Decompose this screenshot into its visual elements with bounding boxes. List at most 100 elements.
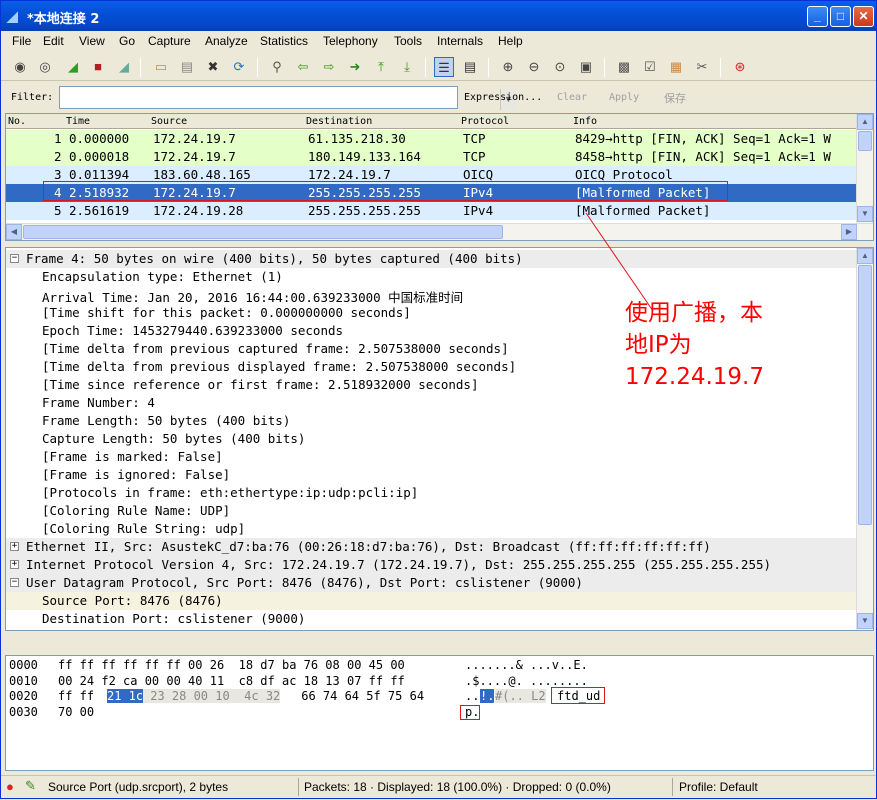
status-packet-counts: Packets: 18 · Displayed: 18 (100.0%) · D… [304,780,611,794]
menu-capture[interactable]: Capture [148,34,191,48]
hex-row[interactable]: 0020 ff ff 21 1c 23 28 00 10 4c 32 66 74… [9,689,600,705]
colorize-icon[interactable]: ☰ [434,57,454,77]
close-file-icon[interactable]: ✖ [203,57,223,77]
interfaces-icon[interactable]: ◉ [10,57,30,77]
clear-button[interactable]: Clear [557,92,587,103]
capture-comment-icon[interactable]: ✎ [25,778,36,794]
zoom-out-icon[interactable]: ⊖ [524,57,544,77]
menu-file[interactable]: File [12,34,31,48]
detail-row[interactable]: Capture Length: 50 bytes (400 bits) [6,430,856,448]
col-source[interactable]: Source [151,116,187,127]
hex-row[interactable]: 0030 70 00 p. [9,705,479,721]
save-file-icon[interactable]: ▤ [177,57,197,77]
minimize-button[interactable]: _ [807,6,828,27]
menu-internals[interactable]: Internals [437,34,483,48]
preferences-icon[interactable]: ✂ [692,57,712,77]
close-button[interactable]: ✕ [853,6,874,27]
open-file-icon[interactable]: ▭ [151,57,171,77]
detail-row[interactable]: [Coloring Rule String: udp] [6,520,856,538]
hex-row[interactable]: 0010 00 24 f2 ca 00 00 40 11 c8 df ac 18… [9,674,588,690]
resize-columns-icon[interactable]: ▣ [576,57,596,77]
coloring-rules-icon[interactable]: ▦ [666,57,686,77]
hex-row[interactable]: 0000 ff ff ff ff ff ff 00 26 18 d7 ba 76… [9,658,588,674]
scroll-down-icon[interactable]: ▼ [857,206,873,222]
help-icon[interactable]: ⊛ [730,57,750,77]
go-back-icon[interactable]: ⇦ [293,57,313,77]
menu-telephony[interactable]: Telephony [323,34,378,48]
scroll-thumb[interactable] [858,131,872,151]
menu-view[interactable]: View [79,34,105,48]
save-filter-button[interactable]: 保存 [664,90,686,106]
maximize-button[interactable]: □ [830,6,851,27]
auto-scroll-icon[interactable]: ▤ [460,57,480,77]
detail-row[interactable]: + Ethernet II, Src: AsustekC_d7:ba:76 (00… [6,538,856,556]
start-capture-icon[interactable]: ◢ [63,57,83,77]
packet-list-hscroll[interactable]: ◀ ▶ [6,223,873,240]
detail-row[interactable]: [Frame is ignored: False] [6,466,856,484]
col-info[interactable]: Info [573,116,597,127]
packet-row[interactable]: 5 2.561619 172.24.19.28 255.255.255.255 IPv4… [6,202,858,220]
menu-go[interactable]: Go [119,34,135,48]
col-destination[interactable]: Destination [306,116,372,127]
menu-edit[interactable]: Edit [43,34,64,48]
go-last-icon[interactable]: ⤓ [397,57,417,77]
capture-filters-icon[interactable]: ▩ [614,57,634,77]
detail-row[interactable]: + Internet Protocol Version 4, Src: 172.2… [6,556,856,574]
go-first-icon[interactable]: ⤒ [371,57,391,77]
packet-cell-info: OICQ Protocol [575,167,673,182]
collapse-icon[interactable]: − [10,578,19,587]
scroll-right-icon[interactable]: ▶ [841,224,857,240]
packet-row[interactable]: 4 2.518932 172.24.19.7 255.255.255.255 IPv4 [… [6,184,858,202]
expert-info-icon[interactable]: ● [6,779,14,794]
detail-row[interactable]: [Protocols in frame: eth:ethertype:ip:ud… [6,484,856,502]
detail-text: [Time delta from previous displayed fram… [42,359,517,374]
scroll-left-icon[interactable]: ◀ [6,224,22,240]
menu-help[interactable]: Help [498,34,523,48]
zoom-in-icon[interactable]: ⊕ [498,57,518,77]
menu-analyze[interactable]: Analyze [205,34,248,48]
details-vscroll[interactable]: ▲ ▼ [856,248,873,630]
scroll-up-icon[interactable]: ▲ [857,114,873,130]
collapse-icon[interactable]: − [10,254,19,263]
detail-row[interactable]: Frame Number: 4 [6,394,856,412]
packet-list-vscroll[interactable]: ▲ ▼ [856,114,873,223]
expression-button[interactable]: Expression... [464,92,542,103]
menu-statistics[interactable]: Statistics [260,34,308,48]
packet-row[interactable]: 1 0.000000 172.24.19.7 61.135.218.30 TCP 8429… [6,130,858,148]
restart-capture-icon[interactable]: ◢ [114,57,134,77]
detail-row[interactable]: [Frame is marked: False] [6,448,856,466]
expand-icon[interactable]: + [10,542,19,551]
apply-button[interactable]: Apply [609,92,639,103]
filter-input[interactable]: ▼ [59,86,516,110]
packet-row[interactable]: 3 0.011394 183.60.48.165 172.24.19.7 OICQ OIC… [6,166,858,184]
detail-row[interactable]: Source Port: 8476 (8476) [6,592,856,610]
scroll-thumb[interactable] [23,225,503,239]
packet-list: No. Time Source Destination Protocol Inf… [5,113,874,241]
col-no[interactable]: No. [8,116,26,127]
go-forward-icon[interactable]: ⇨ [319,57,339,77]
detail-row[interactable]: Encapsulation type: Ethernet (1) [6,268,856,286]
expand-icon[interactable]: + [10,560,19,569]
menu-tools[interactable]: Tools [394,34,422,48]
detail-row[interactable]: Destination Port: cslistener (9000) [6,610,856,628]
stop-capture-icon[interactable]: ■ [88,57,108,77]
packet-row[interactable]: 2 0.000018 172.24.19.7 180.149.133.164 TCP 84… [6,148,858,166]
col-time[interactable]: Time [66,116,90,127]
status-profile[interactable]: Profile: Default [679,780,758,794]
detail-row[interactable]: − User Datagram Protocol, Src Port: 8476 … [6,574,856,592]
display-filters-icon[interactable]: ☑ [640,57,660,77]
normal-size-icon[interactable]: ⊙ [550,57,570,77]
detail-row[interactable]: − Frame 4: 50 bytes on wire (400 bits), 5… [6,250,856,268]
packet-cell-dst: 61.135.218.30 [308,131,406,146]
options-icon[interactable]: ◎ [35,57,55,77]
packet-cell-proto: IPv4 [463,203,494,218]
scroll-up-icon[interactable]: ▲ [857,248,873,264]
scroll-down-icon[interactable]: ▼ [857,613,873,629]
reload-icon[interactable]: ⟳ [229,57,249,77]
go-to-packet-icon[interactable]: ➜ [345,57,365,77]
detail-row[interactable]: Frame Length: 50 bytes (400 bits) [6,412,856,430]
find-packet-icon[interactable]: ⚲ [267,57,287,77]
col-protocol[interactable]: Protocol [461,116,509,127]
scroll-thumb[interactable] [858,265,872,525]
detail-row[interactable]: [Coloring Rule Name: UDP] [6,502,856,520]
